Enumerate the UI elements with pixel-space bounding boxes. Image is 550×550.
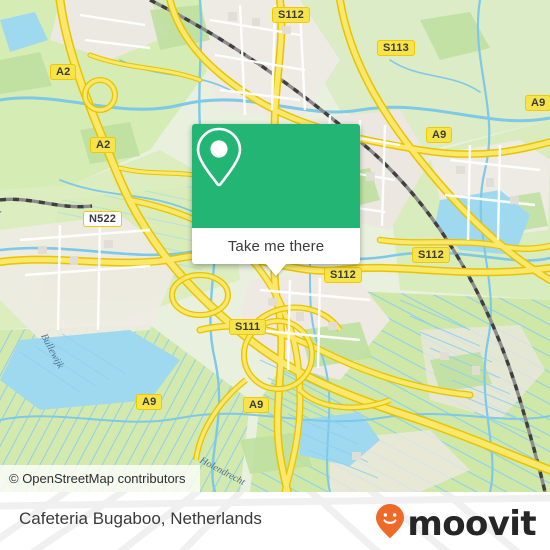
moovit-wordmark: moovit <box>407 503 536 544</box>
map-canvas[interactable]: S112 S113 A2 A2 A9 A9 N522 S112 S112 S11… <box>0 0 550 492</box>
take-me-there-button[interactable]: Take me there <box>192 228 360 264</box>
road-shield: A2 <box>50 64 77 80</box>
road-shield: S111 <box>229 319 267 335</box>
popup-header <box>192 124 360 228</box>
road-shield: S112 <box>272 7 310 23</box>
road-shield: S112 <box>324 267 362 283</box>
popup-pointer-tail <box>266 264 286 276</box>
road-shield: N522 <box>83 211 123 227</box>
place-title: Cafeteria Bugaboo, Netherlands <box>19 509 262 528</box>
attribution-text: © OpenStreetMap contributors <box>9 471 186 486</box>
road-shield: A9 <box>426 127 453 143</box>
road-shield: A2 <box>90 137 117 153</box>
road-shield: A9 <box>136 394 163 410</box>
road-shield: S113 <box>377 40 415 56</box>
road-shield: S112 <box>412 247 450 263</box>
road-shield: A9 <box>243 397 270 413</box>
road-shield: A9 <box>525 95 550 111</box>
footer-bar: Cafeteria Bugaboo, Netherlands moovit <box>0 492 550 550</box>
take-me-there-label: Take me there <box>227 237 325 255</box>
map-popup-card[interactable]: Take me there <box>192 124 360 276</box>
moovit-logo[interactable]: moovit <box>375 503 537 544</box>
map-attribution[interactable]: © OpenStreetMap contributors <box>0 465 200 492</box>
moovit-smiley-pin-icon <box>375 503 405 544</box>
screenshot-root: S112 S113 A2 A2 A9 A9 N522 S112 S112 S11… <box>0 0 550 550</box>
